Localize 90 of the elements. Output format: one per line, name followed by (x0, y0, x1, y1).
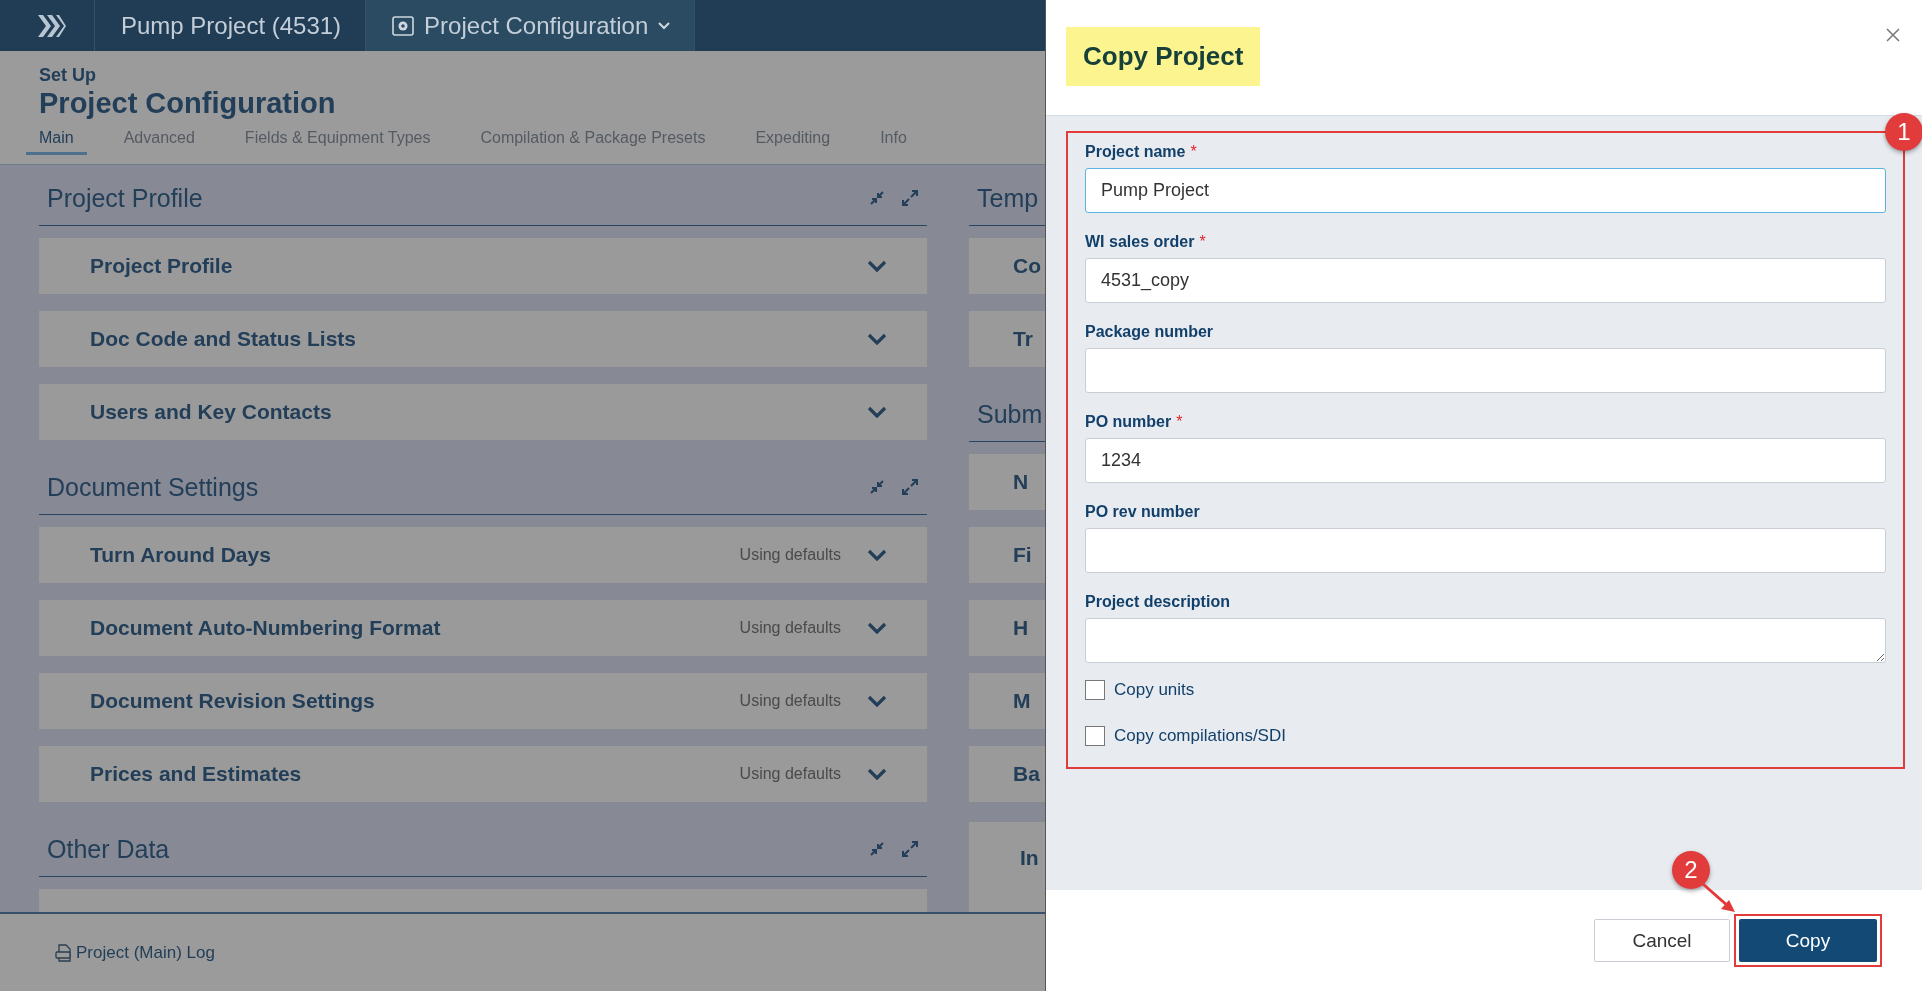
row-title: H (1013, 616, 1030, 640)
copy-button[interactable]: Copy (1739, 919, 1877, 962)
tab[interactable]: Advanced (110, 126, 208, 155)
checkbox-label: Copy units (1114, 680, 1195, 700)
chevrons-icon (36, 12, 68, 39)
checkbox[interactable] (1085, 680, 1105, 700)
collapse-icon[interactable] (869, 479, 885, 495)
chevron-down-icon (867, 549, 887, 561)
collapsible-row[interactable]: Project Profile (39, 238, 927, 294)
close-icon[interactable] (1886, 28, 1900, 42)
status-text: Using defaults (739, 546, 841, 564)
tab[interactable]: Expediting (742, 126, 844, 155)
collapsible-row[interactable]: N (969, 454, 1045, 510)
section-title: Other Data (47, 834, 171, 864)
row-title: Document Auto-Numbering Format (90, 616, 442, 640)
field-label: PO number (1085, 413, 1172, 431)
description-field[interactable] (1085, 618, 1886, 663)
collapsible-row[interactable]: H (969, 600, 1045, 656)
row-title: M (1013, 689, 1032, 713)
row-title: N (1013, 470, 1030, 494)
chevron-down-icon (867, 260, 887, 272)
checkbox[interactable] (1085, 726, 1105, 746)
collapse-icon[interactable] (869, 841, 885, 857)
row-title: Users and Key Contacts (90, 400, 333, 424)
tab[interactable]: Fields & Equipment Types (231, 126, 444, 155)
expand-icon[interactable] (901, 840, 919, 858)
chevron-down-icon (867, 622, 887, 634)
checkbox-label: Copy compilations/SDI (1114, 726, 1286, 746)
cancel-button[interactable]: Cancel (1594, 919, 1730, 962)
field-label: WI sales order (1085, 233, 1195, 251)
expand-icon[interactable] (901, 478, 919, 496)
field-label: Project name (1085, 143, 1186, 161)
row-title: Prices and Estimates (90, 762, 303, 786)
expand-icon[interactable] (901, 189, 919, 207)
collapsible-row[interactable]: Turn Around Days Using defaults (39, 527, 927, 583)
section-title: Subm (977, 399, 1044, 429)
tab[interactable]: Main (26, 126, 87, 155)
callout-arrow (1701, 882, 1737, 914)
row-title: Project Profile (90, 254, 234, 278)
collapsible-row[interactable]: M (969, 673, 1045, 729)
callout-badge: 1 (1885, 113, 1922, 151)
status-text: Using defaults (739, 619, 841, 637)
chevron-down-icon (867, 333, 887, 345)
row-title: Document Revision Settings (90, 689, 376, 713)
page-title: Project Configuration (39, 86, 337, 120)
row-title: Fi (1013, 543, 1033, 567)
field-label: Project description (1085, 593, 1230, 611)
card-title: In (1020, 846, 1039, 869)
status-text: Using defaults (739, 765, 841, 783)
section-label: Set Up (39, 65, 97, 86)
row-title: Turn Around Days (90, 543, 272, 567)
text-field[interactable] (1085, 348, 1886, 393)
collapsible-row[interactable]: Fi (969, 527, 1045, 583)
text-field[interactable]: Pump Project (1085, 168, 1886, 213)
log-file-icon (55, 943, 73, 962)
collapsible-row[interactable]: Tr (969, 311, 1045, 367)
chevron-down-icon (867, 695, 887, 707)
section-title: Project Profile (47, 183, 204, 213)
collapsible-row[interactable]: Prices and Estimates Using defaults (39, 746, 927, 802)
status-text: Using defaults (739, 692, 841, 710)
dialog-title: Copy Project (1066, 27, 1261, 86)
section-title: Document Settings (47, 472, 260, 502)
text-field[interactable]: 1234 (1085, 438, 1886, 483)
collapsible-row[interactable]: Users and Key Contacts (39, 384, 927, 440)
breadcrumb-dropdown[interactable]: Project Configuration (366, 0, 696, 51)
collapsible-row[interactable]: Doc Code and Status Lists (39, 311, 927, 367)
row-title: Ba (1013, 762, 1041, 786)
collapsible-row[interactable]: Document Auto-Numbering Format Using defaults (39, 600, 927, 656)
chevron-down-icon (867, 768, 887, 780)
text-field[interactable] (1085, 528, 1886, 573)
collapsible-row[interactable]: Co (969, 238, 1045, 294)
log-link[interactable]: Project (Main) Log (55, 942, 215, 963)
collapse-icon[interactable] (869, 190, 885, 206)
caret-icon (658, 21, 671, 30)
required-mark: * (1199, 233, 1206, 251)
required-mark: * (1190, 143, 1197, 161)
row-title: Doc Code and Status Lists (90, 327, 358, 351)
row-title: Tr (1013, 327, 1034, 351)
tab[interactable]: Compilation & Package Presets (467, 126, 719, 155)
tab[interactable]: Info (867, 126, 920, 155)
required-mark: * (1176, 413, 1183, 431)
collapsible-row[interactable]: Document Revision Settings Using defaults (39, 673, 927, 729)
section-title: Temp (977, 183, 1040, 213)
field-label: Package number (1085, 323, 1214, 341)
text-field[interactable]: 4531_copy (1085, 258, 1886, 303)
chevron-down-icon (867, 406, 887, 418)
collapsible-row[interactable]: Ba (969, 746, 1045, 802)
settings-icon (392, 15, 415, 36)
row-title: Co (1013, 254, 1042, 278)
field-label: PO rev number (1085, 503, 1200, 521)
